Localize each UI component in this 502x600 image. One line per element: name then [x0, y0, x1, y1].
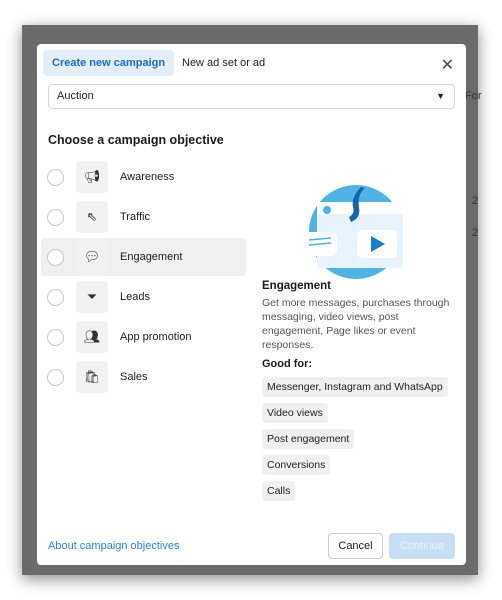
background-text: 2: [472, 195, 479, 207]
objective-engagement[interactable]: 💬︎ Engagement: [41, 238, 246, 276]
objective-label: App promotion: [120, 331, 192, 343]
objective-awareness[interactable]: 📢︎ Awareness: [41, 158, 246, 196]
radio[interactable]: [47, 328, 64, 346]
buying-type-value: Auction: [57, 90, 94, 102]
objective-label: Traffic: [120, 211, 150, 223]
objective-heading: Choose a campaign objective: [48, 133, 224, 147]
objective-sales[interactable]: 🛍︎ Sales: [41, 358, 246, 396]
objective-app-promotion[interactable]: 👥︎ App promotion: [41, 318, 246, 356]
tab-new-ad-set-or-ad[interactable]: New ad set or ad: [173, 50, 274, 76]
campaign-dialog: Create new campaign New ad set or ad ✕ A…: [37, 44, 466, 565]
cursor-icon: ⇖: [76, 201, 108, 233]
funnel-icon: ⏷: [76, 281, 108, 313]
detail-description: Get more messages, purchases through mes…: [262, 297, 450, 351]
good-for-chip: Calls: [262, 481, 296, 501]
good-for-chip: Post engagement: [262, 429, 355, 449]
radio[interactable]: [47, 208, 64, 226]
background-text: 2: [472, 227, 479, 239]
engagement-illustration: [303, 185, 403, 279]
buying-type-select[interactable]: Auction ▼: [48, 84, 455, 109]
tab-create-new-campaign[interactable]: Create new campaign: [43, 50, 175, 76]
detail-title: Engagement: [262, 280, 332, 292]
objective-label: Engagement: [120, 251, 183, 263]
objective-leads[interactable]: ⏷ Leads: [41, 278, 246, 316]
people-icon: 👥︎: [76, 321, 108, 353]
continue-button[interactable]: Continue: [389, 533, 455, 559]
close-icon[interactable]: ✕: [441, 55, 454, 75]
objective-traffic[interactable]: ⇖ Traffic: [41, 198, 246, 236]
megaphone-icon: 📢︎: [76, 161, 108, 193]
background-text: For: [465, 90, 482, 102]
about-objectives-link[interactable]: About campaign objectives: [48, 540, 179, 552]
radio[interactable]: [47, 168, 64, 186]
objective-label: Leads: [120, 291, 150, 303]
objective-label: Awareness: [120, 171, 175, 183]
radio[interactable]: [47, 368, 64, 386]
chat-bubbles-icon: 💬︎: [76, 241, 108, 273]
shopping-bag-icon: 🛍︎: [76, 361, 108, 393]
cancel-button[interactable]: Cancel: [328, 533, 383, 559]
objective-label: Sales: [120, 371, 148, 383]
caret-down-icon: ▼: [436, 91, 445, 101]
good-for-label: Good for:: [262, 358, 313, 370]
good-for-chip: Messenger, Instagram and WhatsApp: [262, 377, 448, 397]
good-for-chip: Video views: [262, 403, 328, 423]
radio[interactable]: [47, 248, 64, 266]
radio[interactable]: [47, 288, 64, 306]
good-for-chip: Conversions: [262, 455, 331, 475]
